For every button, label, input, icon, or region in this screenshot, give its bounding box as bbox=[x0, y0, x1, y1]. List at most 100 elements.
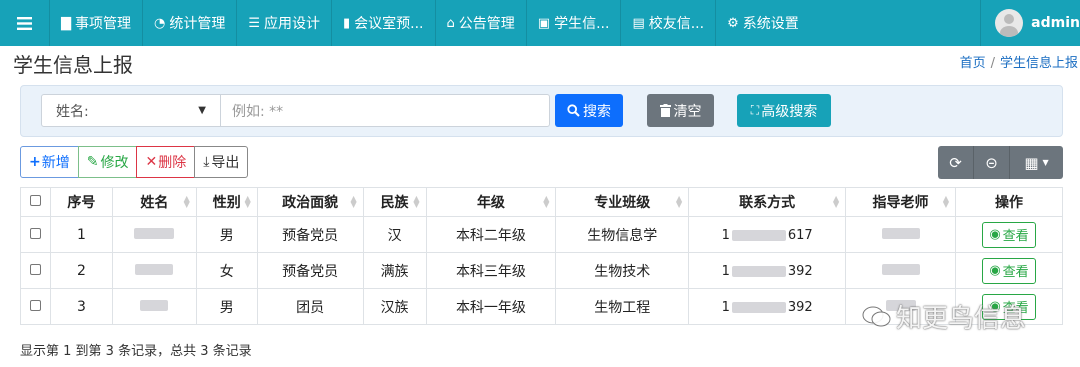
cell-no: 1 bbox=[49, 216, 113, 253]
search-field-select[interactable]: 姓名: ▼ bbox=[41, 94, 221, 127]
checkbox-box bbox=[29, 299, 41, 311]
phone-prefix: 1 bbox=[721, 263, 730, 279]
cell-ethnicity: 汉 bbox=[362, 216, 427, 253]
breadcrumb-home-link[interactable]: 首页 bbox=[960, 56, 986, 71]
nav-item-announcements[interactable]: ⌂ 公告管理 bbox=[436, 0, 527, 46]
hamburger-icon bbox=[17, 16, 32, 30]
search-button[interactable]: 搜索 bbox=[555, 94, 623, 127]
cell-grade: 本科二年级 bbox=[425, 216, 557, 253]
column-header-phone[interactable]: 联系方式 ▲ ▼ bbox=[688, 187, 847, 217]
redacted-blur bbox=[881, 263, 920, 275]
advanced-search-button[interactable]: ⛶ 高级搜索 bbox=[737, 94, 831, 127]
phone-suffix: 392 bbox=[787, 299, 813, 315]
cell-gender: 女 bbox=[195, 252, 258, 289]
nav-item-meeting-room[interactable]: ▮ 会议室预... bbox=[332, 0, 436, 46]
column-header-advisor[interactable]: 指导老师 ▲ ▼ bbox=[845, 187, 956, 217]
nav-item-label: 学生信... bbox=[554, 16, 610, 32]
cell-no: 2 bbox=[49, 252, 113, 289]
phone-prefix: 1 bbox=[721, 227, 730, 243]
refresh-icon: ⟳ bbox=[949, 153, 962, 172]
column-header-label: 年级 bbox=[476, 195, 505, 211]
columns-button[interactable]: ▦ ▼ bbox=[1010, 146, 1063, 179]
sort-icon: ▲ ▼ bbox=[413, 194, 420, 209]
column-header-label: 指导老师 bbox=[872, 195, 929, 211]
user-menu[interactable]: admin bbox=[980, 0, 1080, 46]
phone-prefix: 1 bbox=[721, 299, 730, 315]
toggle-icon: ⊝ bbox=[985, 153, 998, 172]
select-all-checkbox[interactable] bbox=[20, 187, 51, 217]
delete-button-label: 删除 bbox=[158, 155, 187, 171]
cell-political: 预备党员 bbox=[256, 252, 364, 289]
sort-icon: ▲ ▼ bbox=[832, 194, 840, 209]
cell-major: 生物技术 bbox=[555, 252, 690, 289]
row-checkbox[interactable] bbox=[20, 216, 51, 253]
toggle-view-button[interactable]: ⊝ bbox=[974, 146, 1010, 179]
id-card-icon: ▣ bbox=[537, 15, 551, 31]
phone-value: 1 617 bbox=[722, 228, 813, 243]
columns-icon: ▦ bbox=[1024, 153, 1039, 172]
nav-item-label: 统计管理 bbox=[169, 16, 226, 32]
sort-icon: ▲ ▼ bbox=[543, 194, 550, 209]
column-header-political[interactable]: 政治面貌 ▲ ▼ bbox=[256, 187, 364, 217]
nav-item-student-info[interactable]: ▣ 学生信... bbox=[527, 0, 622, 46]
cell-political: 预备党员 bbox=[256, 216, 364, 253]
view-button[interactable]: ◉ 查看 bbox=[982, 221, 1036, 248]
delete-button[interactable]: ✕ 删除 bbox=[136, 146, 196, 178]
search-input[interactable]: 例如: ** bbox=[220, 94, 550, 127]
clear-button[interactable]: 清空 bbox=[647, 94, 714, 127]
column-header-label: 性别 bbox=[212, 195, 241, 211]
column-header-major[interactable]: 专业班级 ▲ ▼ bbox=[555, 187, 690, 217]
menu-toggle-button[interactable] bbox=[0, 0, 50, 46]
cell-no: 3 bbox=[49, 288, 113, 325]
column-header-actions: 操作 bbox=[954, 187, 1064, 217]
export-button[interactable]: ⤓ 导出 bbox=[194, 146, 249, 178]
redacted-blur bbox=[731, 265, 786, 277]
phone-value: 1 392 bbox=[722, 264, 813, 279]
nav-item-alumni-info[interactable]: ▤ 校友信... bbox=[621, 0, 717, 46]
cell-advisor-redacted bbox=[845, 252, 956, 289]
nav-item-statistics[interactable]: ◔ 统计管理 bbox=[143, 0, 238, 46]
top-navbar: ▇ 事项管理 ◔ 统计管理 ☰ 应用设计 ▮ 会议室预... ⌂ 公告管理 ▣ … bbox=[0, 0, 1080, 46]
redacted-blur bbox=[135, 263, 174, 275]
redacted-blur bbox=[134, 227, 175, 239]
checkbox-box bbox=[29, 263, 41, 275]
row-checkbox[interactable] bbox=[20, 288, 51, 325]
redacted-blur bbox=[140, 299, 169, 311]
checkbox-box bbox=[29, 195, 41, 206]
row-checkbox[interactable] bbox=[20, 252, 51, 289]
cell-phone: 1 617 bbox=[688, 216, 847, 253]
nav-item-system-settings[interactable]: ⚙ 系统设置 bbox=[716, 0, 810, 46]
column-header-name[interactable]: 姓名 ▲ ▼ bbox=[111, 187, 197, 217]
column-header-grade[interactable]: 年级 ▲ ▼ bbox=[425, 187, 557, 217]
home-icon: ⌂ bbox=[446, 15, 455, 31]
watermark-text: 知更鸟信息 bbox=[896, 304, 1027, 334]
nav-item-app-design[interactable]: ☰ 应用设计 bbox=[237, 0, 332, 46]
cell-name-redacted bbox=[111, 288, 197, 325]
gears-icon: ⚙ bbox=[727, 15, 739, 31]
search-icon bbox=[567, 104, 580, 117]
pencil-icon: ✎ bbox=[86, 154, 99, 170]
profile-card-icon: ▤ bbox=[632, 15, 645, 31]
refresh-button[interactable]: ⟳ bbox=[938, 146, 974, 179]
cell-major: 生物信息学 bbox=[555, 216, 690, 253]
column-header-gender[interactable]: 性别 ▲ ▼ bbox=[195, 187, 258, 217]
cell-advisor-redacted bbox=[845, 216, 956, 253]
trash-icon bbox=[659, 104, 671, 117]
cell-ethnicity: 汉族 bbox=[362, 288, 427, 325]
table-view-tools: ⟳ ⊝ ▦ ▼ bbox=[938, 146, 1063, 179]
column-header-label: 专业班级 bbox=[594, 195, 651, 211]
column-header-label: 联系方式 bbox=[739, 195, 796, 211]
column-header-ethnicity[interactable]: 民族 ▲ ▼ bbox=[362, 187, 427, 217]
cell-major: 生物工程 bbox=[555, 288, 690, 325]
area-chart-icon: ▇ bbox=[61, 15, 71, 31]
nav-item-affairs[interactable]: ▇ 事项管理 bbox=[50, 0, 143, 46]
download-icon: ⤓ bbox=[203, 154, 210, 170]
cell-grade: 本科一年级 bbox=[425, 288, 557, 325]
add-button[interactable]: + 新增 bbox=[20, 146, 79, 178]
view-button[interactable]: ◉ 查看 bbox=[982, 257, 1036, 284]
column-header[interactable]: 序号 bbox=[49, 187, 113, 217]
redacted-blur bbox=[881, 227, 920, 239]
nav-item-label: 会议室预... bbox=[354, 16, 424, 32]
breadcrumb-current[interactable]: 学生信息上报 bbox=[1000, 56, 1078, 71]
edit-button[interactable]: ✎ 修改 bbox=[77, 146, 138, 178]
